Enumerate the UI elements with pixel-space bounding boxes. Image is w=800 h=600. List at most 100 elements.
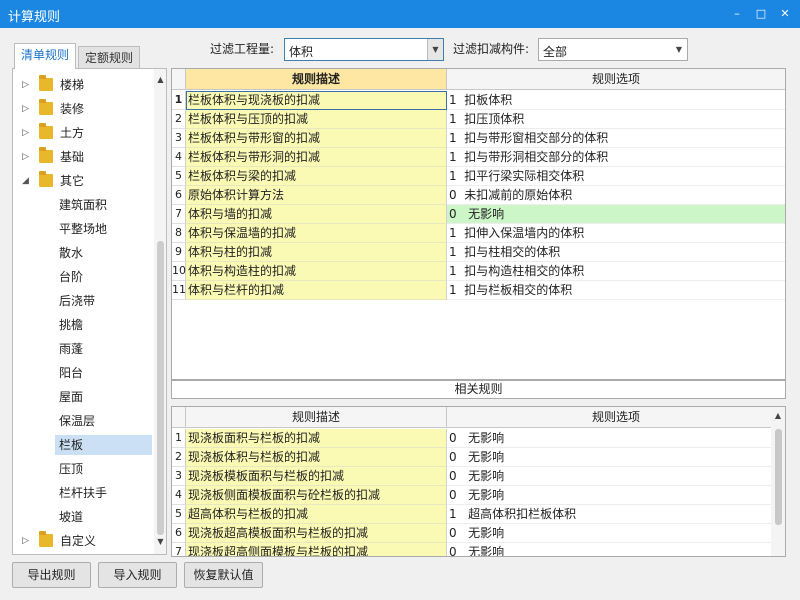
tree-item[interactable]: 栏杆扶手 xyxy=(13,481,153,505)
restore-defaults-button[interactable]: 恢复默认值 xyxy=(184,562,263,588)
table-row[interactable]: 11 体积与栏杆的扣减 1 扣与栏板相交的体积 xyxy=(172,281,785,300)
tree-item[interactable]: 坡道 xyxy=(13,505,153,529)
rule-option-header[interactable]: 规则选项 xyxy=(447,69,785,90)
dropdown-arrow-icon[interactable]: ▼ xyxy=(671,39,687,60)
tree-item[interactable]: 压顶 xyxy=(13,457,153,481)
tree-item[interactable]: 散水 xyxy=(13,241,153,265)
related-option-header[interactable]: 规则选项 xyxy=(447,407,785,428)
table-row[interactable]: 10 体积与构造柱的扣减 1 扣与构造柱相交的体积 xyxy=(172,262,785,281)
table-row[interactable]: 7 体积与墙的扣减 0 无影响 xyxy=(172,205,785,224)
collapse-arrow-icon[interactable]: ◢ xyxy=(22,169,34,193)
maximize-button[interactable]: □ xyxy=(750,4,772,24)
tree-item[interactable]: 建筑面积 xyxy=(13,193,153,217)
rule-option-cell[interactable]: 0 未扣减前的原始体积 xyxy=(447,186,785,205)
filter-component-select[interactable]: 全部 ▼ xyxy=(538,38,688,61)
rule-description-cell[interactable]: 超高体积与栏板的扣减 xyxy=(186,505,447,524)
rule-option-cell[interactable]: 1 扣压顶体积 xyxy=(447,110,785,129)
rule-description-cell[interactable]: 栏板体积与梁的扣减 xyxy=(186,167,447,186)
tab-quota-rules[interactable]: 定额规则 xyxy=(78,46,141,70)
table-row[interactable]: 2 栏板体积与压顶的扣减 1 扣压顶体积 xyxy=(172,110,785,129)
table-row[interactable]: 6 原始体积计算方法 0 未扣减前的原始体积 xyxy=(172,186,785,205)
rule-option-cell[interactable]: 1 扣与柱相交的体积 xyxy=(447,243,785,262)
close-button[interactable]: ✕ xyxy=(774,4,796,24)
scroll-up-arrow-icon[interactable]: ▲ xyxy=(771,411,785,423)
expand-arrow-icon[interactable]: ▷ xyxy=(22,529,34,553)
import-rules-button[interactable]: 导入规则 xyxy=(98,562,177,588)
rule-description-cell[interactable]: 栏板体积与现浇板的扣减 xyxy=(186,91,447,110)
table-row[interactable]: 1 现浇板面积与栏板的扣减 0 无影响 xyxy=(172,429,785,448)
scrollbar-thumb[interactable] xyxy=(775,429,782,525)
table-row[interactable]: 8 体积与保温墙的扣减 1 扣伸入保温墙内的体积 xyxy=(172,224,785,243)
tree-folder[interactable]: ▷ 自定义 xyxy=(13,529,153,553)
rule-option-cell[interactable]: 1 扣板体积 xyxy=(447,91,785,110)
rule-description-cell[interactable]: 体积与保温墙的扣减 xyxy=(186,224,447,243)
rule-description-cell[interactable]: 体积与柱的扣减 xyxy=(186,243,447,262)
table-row[interactable]: 3 现浇板模板面积与栏板的扣减 0 无影响 xyxy=(172,467,785,486)
expand-arrow-icon[interactable]: ▷ xyxy=(22,121,34,145)
expand-arrow-icon[interactable]: ▷ xyxy=(22,145,34,169)
rule-description-cell[interactable]: 栏板体积与带形窗的扣减 xyxy=(186,129,447,148)
rule-description-cell[interactable]: 体积与栏杆的扣减 xyxy=(186,281,447,300)
tree-item[interactable]: 雨蓬 xyxy=(13,337,153,361)
rule-description-cell[interactable]: 栏板体积与压顶的扣减 xyxy=(186,110,447,129)
table-row[interactable]: 1 栏板体积与现浇板的扣减 1 扣板体积 xyxy=(172,91,785,110)
table-row[interactable]: 4 现浇板侧面模板面积与砼栏板的扣减 0 无影响 xyxy=(172,486,785,505)
tree-item[interactable]: 挑檐 xyxy=(13,313,153,337)
tree-scrollbar[interactable]: ▲ ▼ xyxy=(154,69,166,554)
rule-option-cell[interactable]: 0 无影响 xyxy=(447,205,785,224)
tree-folder[interactable]: ▷ 土方 xyxy=(13,121,153,145)
table-row[interactable]: 4 栏板体积与带形洞的扣减 1 扣与带形洞相交部分的体积 xyxy=(172,148,785,167)
related-description-header[interactable]: 规则描述 xyxy=(186,407,447,428)
rule-description-cell[interactable]: 体积与构造柱的扣减 xyxy=(186,262,447,281)
minimize-button[interactable]: – xyxy=(726,4,748,24)
rule-description-cell[interactable]: 现浇板侧面模板面积与砼栏板的扣减 xyxy=(186,486,447,505)
rule-option-cell[interactable]: 0 无影响 xyxy=(447,486,785,505)
rule-description-cell[interactable]: 栏板体积与带形洞的扣减 xyxy=(186,148,447,167)
rule-option-cell[interactable]: 1 扣平行梁实际相交体积 xyxy=(447,167,785,186)
table-row[interactable]: 5 栏板体积与梁的扣减 1 扣平行梁实际相交体积 xyxy=(172,167,785,186)
tree-item[interactable]: 后浇带 xyxy=(13,289,153,313)
tree-item[interactable]: 屋面 xyxy=(13,385,153,409)
rule-description-cell[interactable]: 现浇板面积与栏板的扣减 xyxy=(186,429,447,448)
tree-item[interactable]: 阳台 xyxy=(13,361,153,385)
table-row[interactable]: 2 现浇板体积与栏板的扣减 0 无影响 xyxy=(172,448,785,467)
table-row[interactable]: 7 现浇板超高侧面模板与栏板的扣减 0 无影响 xyxy=(172,543,785,556)
related-scrollbar[interactable]: ▲ xyxy=(771,407,785,556)
tree-folder[interactable]: ▷ 装修 xyxy=(13,97,153,121)
expand-arrow-icon[interactable]: ▷ xyxy=(22,97,34,121)
tree-item[interactable]: 平整场地 xyxy=(13,217,153,241)
rule-option-cell[interactable]: 0 无影响 xyxy=(447,429,785,448)
tree-item[interactable]: 栏板 xyxy=(13,433,153,457)
rule-option-cell[interactable]: 1 扣伸入保温墙内的体积 xyxy=(447,224,785,243)
scrollbar-thumb[interactable] xyxy=(157,241,164,535)
tree-folder[interactable]: ▷ 楼梯 xyxy=(13,73,153,97)
rule-description-cell[interactable]: 现浇板超高模板面积与栏板的扣减 xyxy=(186,524,447,543)
rule-option-cell[interactable]: 0 无影响 xyxy=(447,524,785,543)
rule-description-header[interactable]: 规则描述 xyxy=(186,69,447,90)
rule-option-cell[interactable]: 1 扣与带形窗相交部分的体积 xyxy=(447,129,785,148)
scroll-up-arrow-icon[interactable]: ▲ xyxy=(154,73,166,87)
export-rules-button[interactable]: 导出规则 xyxy=(12,562,91,588)
rule-option-cell[interactable]: 1 超高体积扣栏板体积 xyxy=(447,505,785,524)
rule-option-cell[interactable]: 0 无影响 xyxy=(447,448,785,467)
expand-arrow-icon[interactable]: ▷ xyxy=(22,73,34,97)
table-row[interactable]: 5 超高体积与栏板的扣减 1 超高体积扣栏板体积 xyxy=(172,505,785,524)
rule-description-cell[interactable]: 现浇板体积与栏板的扣减 xyxy=(186,448,447,467)
rule-option-cell[interactable]: 1 扣与栏板相交的体积 xyxy=(447,281,785,300)
rule-description-cell[interactable]: 现浇板模板面积与栏板的扣减 xyxy=(186,467,447,486)
tree-folder[interactable]: ◢ 其它 xyxy=(13,169,153,193)
rule-option-cell[interactable]: 0 无影响 xyxy=(447,467,785,486)
rule-option-cell[interactable]: 1 扣与构造柱相交的体积 xyxy=(447,262,785,281)
tree-item[interactable]: 台阶 xyxy=(13,265,153,289)
dropdown-arrow-icon[interactable]: ▼ xyxy=(427,39,443,60)
table-row[interactable]: 6 现浇板超高模板面积与栏板的扣减 0 无影响 xyxy=(172,524,785,543)
rule-description-cell[interactable]: 体积与墙的扣减 xyxy=(186,205,447,224)
filter-quantity-select[interactable]: 体积 ▼ xyxy=(284,38,444,61)
scroll-down-arrow-icon[interactable]: ▼ xyxy=(154,535,166,549)
rule-option-cell[interactable]: 0 无影响 xyxy=(447,543,785,556)
rule-option-cell[interactable]: 1 扣与带形洞相交部分的体积 xyxy=(447,148,785,167)
table-row[interactable]: 9 体积与柱的扣减 1 扣与柱相交的体积 xyxy=(172,243,785,262)
tree-item[interactable]: 保温层 xyxy=(13,409,153,433)
rule-description-cell[interactable]: 现浇板超高侧面模板与栏板的扣减 xyxy=(186,543,447,556)
tree-folder[interactable]: ▷ 基础 xyxy=(13,145,153,169)
